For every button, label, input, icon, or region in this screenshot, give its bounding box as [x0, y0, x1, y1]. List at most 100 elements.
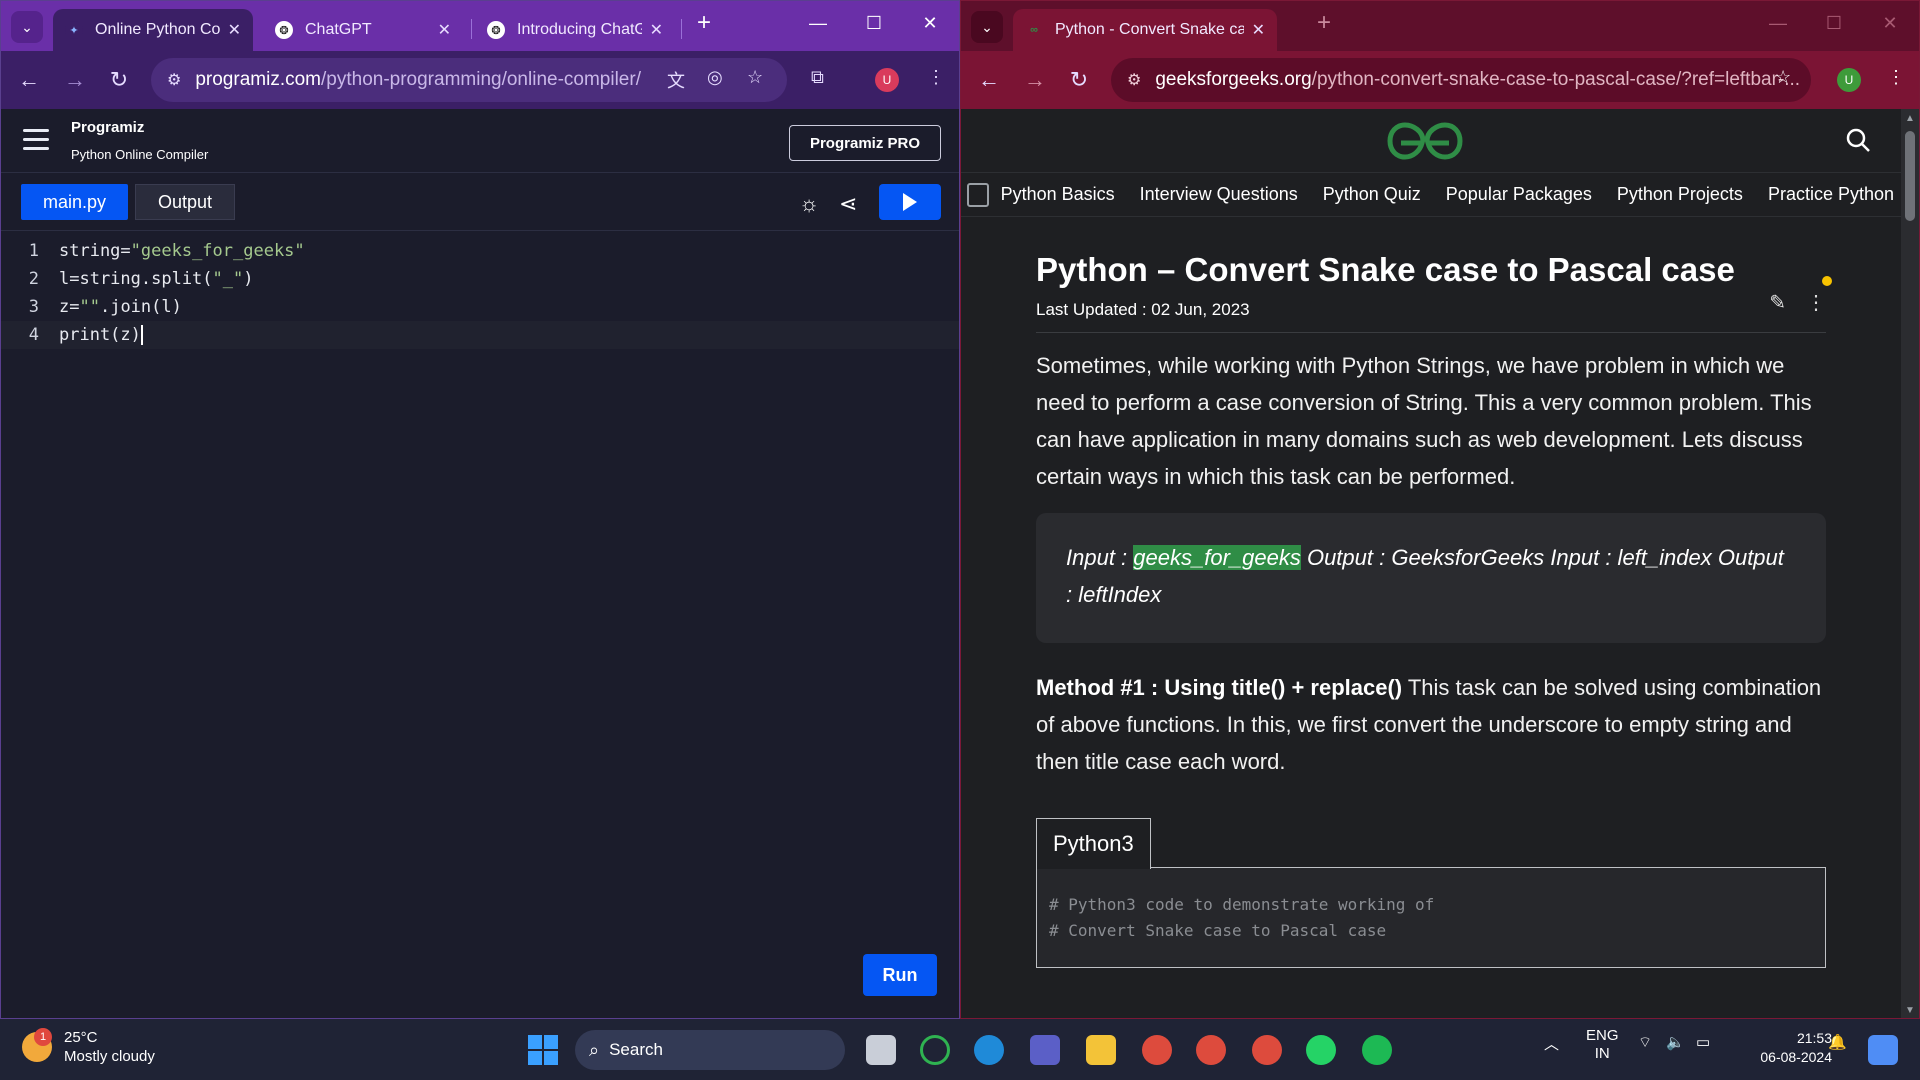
search-icon[interactable]: [1845, 127, 1871, 153]
more-options-icon[interactable]: ⋮: [1806, 276, 1832, 315]
back-button[interactable]: ←: [975, 67, 1003, 93]
programiz-logo[interactable]: Programiz: [71, 119, 144, 136]
address-bar[interactable]: ⚙ geeksforgeeks.org /python-convert-snak…: [1111, 58, 1811, 102]
forward-button[interactable]: →: [1021, 67, 1049, 93]
code-line[interactable]: 2 l=string.split("_"): [1, 265, 959, 293]
windows-start-icon[interactable]: [528, 1035, 558, 1065]
forward-button[interactable]: →: [61, 67, 89, 93]
nav-interview-questions[interactable]: Interview Questions: [1140, 184, 1298, 205]
gfg-logo[interactable]: [1387, 121, 1463, 161]
code-string: "": [79, 297, 100, 317]
hamburger-menu-icon[interactable]: [23, 129, 49, 156]
nav-practice-python[interactable]: Practice Python: [1768, 184, 1894, 205]
scroll-down-arrow-icon[interactable]: ▼: [1905, 1005, 1915, 1016]
code-editor[interactable]: 1 string="geeks_for_geeks" 2 l=string.sp…: [1, 231, 959, 349]
nav-python-basics[interactable]: Python Basics: [1001, 184, 1115, 205]
code-block: # Python3 code to demonstrate working of…: [1036, 868, 1826, 968]
close-tab-icon[interactable]: ✕: [1252, 20, 1265, 40]
scrollbar-thumb[interactable]: [1905, 131, 1915, 221]
translate-icon[interactable]: 文: [667, 67, 685, 93]
reload-button[interactable]: ↻: [1065, 67, 1093, 93]
code-line[interactable]: 1 string="geeks_for_geeks": [1, 237, 959, 265]
maximize-button[interactable]: ☐: [859, 13, 889, 34]
spotify-icon[interactable]: [1362, 1035, 1392, 1065]
minimize-button[interactable]: —: [1763, 13, 1793, 34]
notification-dot: [1822, 276, 1832, 286]
extensions-icon[interactable]: ⧉: [811, 67, 824, 88]
run-button[interactable]: Run: [863, 954, 937, 996]
taskbar-search[interactable]: ⌕ Search: [575, 1030, 845, 1070]
minimize-button[interactable]: —: [803, 13, 833, 34]
nav-popular-packages[interactable]: Popular Packages: [1446, 184, 1592, 205]
reload-button[interactable]: ↻: [105, 67, 133, 93]
nav-python-projects[interactable]: Python Projects: [1617, 184, 1743, 205]
page-scrollbar[interactable]: ▲ ▼: [1901, 109, 1919, 1018]
address-bar[interactable]: ⚙ programiz.com /python-programming/onli…: [151, 58, 787, 102]
close-tab-icon[interactable]: ✕: [228, 20, 241, 40]
run-play-button[interactable]: [879, 184, 941, 220]
theme-sun-icon[interactable]: ☼: [799, 191, 819, 217]
close-window-button[interactable]: ✕: [1875, 13, 1905, 34]
system-clock[interactable]: 21:53 06-08-2024: [1760, 1029, 1832, 1067]
book-icon[interactable]: [967, 182, 989, 207]
close-tab-icon[interactable]: ✕: [650, 20, 663, 40]
close-tab-icon[interactable]: ✕: [438, 20, 451, 40]
edge-icon[interactable]: [974, 1035, 1004, 1065]
app-ring-icon[interactable]: [920, 1035, 950, 1065]
tab-gfg-article[interactable]: ∞ Python - Convert Snake case to ✕: [1013, 9, 1277, 51]
show-hidden-icons-chevron-icon[interactable]: ︿: [1544, 1033, 1559, 1054]
example-prefix: Input :: [1066, 545, 1134, 570]
tab-strip: ⌄ ∞ Python - Convert Snake case to ✕ + —…: [961, 1, 1919, 51]
article-intro: Sometimes, while working with Python Str…: [1036, 353, 1812, 489]
nav-python-quiz[interactable]: Python Quiz: [1323, 184, 1421, 205]
share-icon[interactable]: ⋖: [839, 191, 857, 217]
maximize-button[interactable]: ☐: [1819, 13, 1849, 34]
wifi-icon[interactable]: ⌔: [1638, 1033, 1652, 1052]
tab-output[interactable]: Output: [135, 184, 236, 220]
file-explorer-icon[interactable]: [1086, 1035, 1116, 1065]
gfg-favicon-icon: ∞: [1025, 21, 1043, 39]
battery-icon[interactable]: ▭: [1696, 1033, 1710, 1051]
eye-slash-icon[interactable]: ◎: [707, 67, 723, 88]
scroll-up-arrow-icon[interactable]: ▲: [1905, 113, 1915, 124]
weather-widget[interactable]: 1 25°C Mostly cloudy: [22, 1028, 155, 1065]
speaker-muted-icon[interactable]: 🔈: [1666, 1033, 1685, 1051]
browser-menu-icon[interactable]: ⋮: [927, 67, 945, 88]
close-window-button[interactable]: ✕: [915, 13, 945, 34]
browser-menu-icon[interactable]: ⋮: [1887, 67, 1905, 88]
code-line[interactable]: 3 z="".join(l): [1, 293, 959, 321]
new-tab-button[interactable]: +: [1309, 9, 1339, 37]
back-button[interactable]: ←: [15, 67, 43, 93]
copilot-icon[interactable]: [1868, 1035, 1898, 1065]
compiler-subtitle: Python Online Compiler: [71, 147, 209, 162]
tab-search-button[interactable]: ⌄: [971, 11, 1003, 43]
edit-pencil-icon[interactable]: ✎: [1769, 290, 1786, 315]
tab-main-py[interactable]: main.py: [21, 184, 129, 220]
gfg-nav-bar: Python Basics Interview Questions Python…: [961, 173, 1919, 217]
article: Python – Convert Snake case to Pascal ca…: [1036, 250, 1832, 968]
new-tab-button[interactable]: +: [689, 9, 719, 37]
notification-bell-icon[interactable]: 🔔: [1828, 1033, 1847, 1051]
code-token: ): [243, 269, 254, 289]
tab-introducing-chatgpt[interactable]: ❂ Introducing ChatG ✕: [475, 9, 675, 51]
chrome-profile-u-icon[interactable]: [1196, 1035, 1226, 1065]
bookmark-star-icon[interactable]: ☆: [1775, 67, 1791, 88]
chrome-profile-u2-icon[interactable]: [1252, 1035, 1282, 1065]
whatsapp-icon[interactable]: [1306, 1035, 1336, 1065]
site-info-icon[interactable]: ⚙: [1127, 70, 1141, 90]
tab-search-button[interactable]: ⌄: [11, 11, 43, 43]
tab-online-python-compiler[interactable]: ✦ Online Python Com ✕: [53, 9, 253, 51]
code-line-current[interactable]: 4 print(z): [1, 321, 959, 349]
search-label: Search: [609, 1040, 663, 1059]
profile-avatar[interactable]: U: [1837, 68, 1861, 92]
bookmark-star-icon[interactable]: ☆: [747, 67, 763, 88]
profile-avatar[interactable]: U: [875, 68, 899, 92]
task-view-icon[interactable]: [866, 1035, 896, 1065]
tab-python3[interactable]: Python3: [1036, 818, 1151, 869]
language-indicator[interactable]: ENG IN: [1586, 1027, 1619, 1063]
programiz-pro-button[interactable]: Programiz PRO: [788, 125, 941, 161]
tab-chatgpt[interactable]: ❂ ChatGPT ✕: [263, 9, 463, 51]
site-info-icon[interactable]: ⚙: [167, 70, 181, 90]
teams-icon[interactable]: [1030, 1035, 1060, 1065]
chrome-icon[interactable]: [1142, 1035, 1172, 1065]
